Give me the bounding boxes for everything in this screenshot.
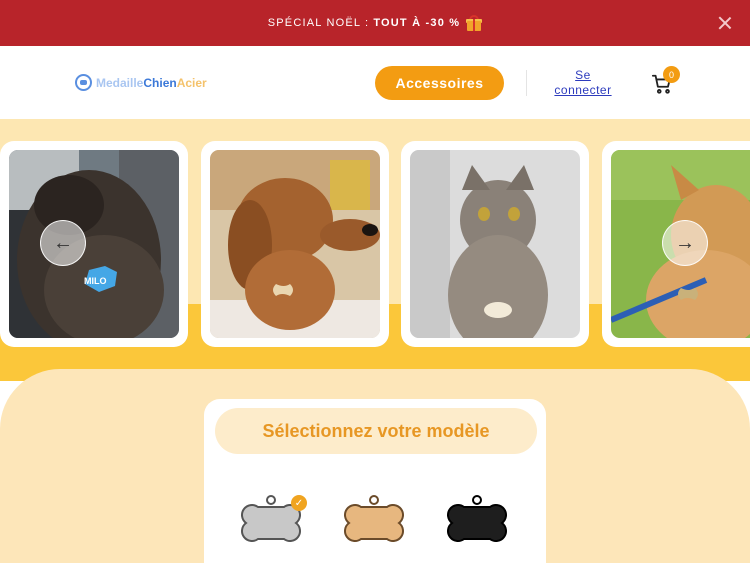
dog-photo <box>210 150 380 338</box>
promo-highlight: TOUT À -30 % <box>373 17 461 29</box>
carousel-card[interactable]: MILO <box>0 141 188 347</box>
accessories-button[interactable]: Accessoires <box>375 66 504 100</box>
tag-model-gold[interactable] <box>333 495 415 551</box>
site-header: Medaille Chien Acier Accessoires Se conn… <box>0 46 750 119</box>
selected-check-icon: ✓ <box>291 495 307 511</box>
carousel-prev-button[interactable]: ← <box>40 220 86 266</box>
carousel-card[interactable] <box>201 141 389 347</box>
model-selector-section: Sélectionnez votre modèle ✓ <box>0 369 750 563</box>
carousel-card[interactable] <box>401 141 589 347</box>
photo-carousel: MILO ← → <box>0 119 750 381</box>
arrow-left-icon: ← <box>53 231 73 254</box>
tag-model-black[interactable] <box>436 495 518 551</box>
cat-photo <box>410 150 580 338</box>
arrow-right-icon: → <box>675 231 695 254</box>
gift-icon <box>466 15 483 31</box>
tag-text: MILO <box>84 276 107 286</box>
site-logo[interactable]: Medaille Chien Acier <box>75 74 207 91</box>
model-selector-title: Sélectionnez votre modèle <box>215 408 537 454</box>
cart-count-badge: 0 <box>663 66 680 83</box>
cart-button[interactable]: 0 <box>651 66 681 97</box>
login-link[interactable]: Se connecter <box>548 68 618 98</box>
header-divider <box>526 70 527 96</box>
logo-text-part3: Acier <box>176 75 207 90</box>
model-selector-card: Sélectionnez votre modèle ✓ <box>204 399 546 563</box>
dog-photo: MILO <box>9 150 179 338</box>
dog-logo-icon <box>75 74 92 91</box>
promo-prefix: SPÉCIAL NOËL : <box>267 17 370 29</box>
carousel-next-button[interactable]: → <box>662 220 708 266</box>
logo-text-part2: Chien <box>143 75 177 90</box>
logo-text-part1: Medaille <box>96 75 144 90</box>
promo-banner: SPÉCIAL NOËL : TOUT À -30 % <box>0 0 750 46</box>
close-icon[interactable] <box>718 16 732 30</box>
